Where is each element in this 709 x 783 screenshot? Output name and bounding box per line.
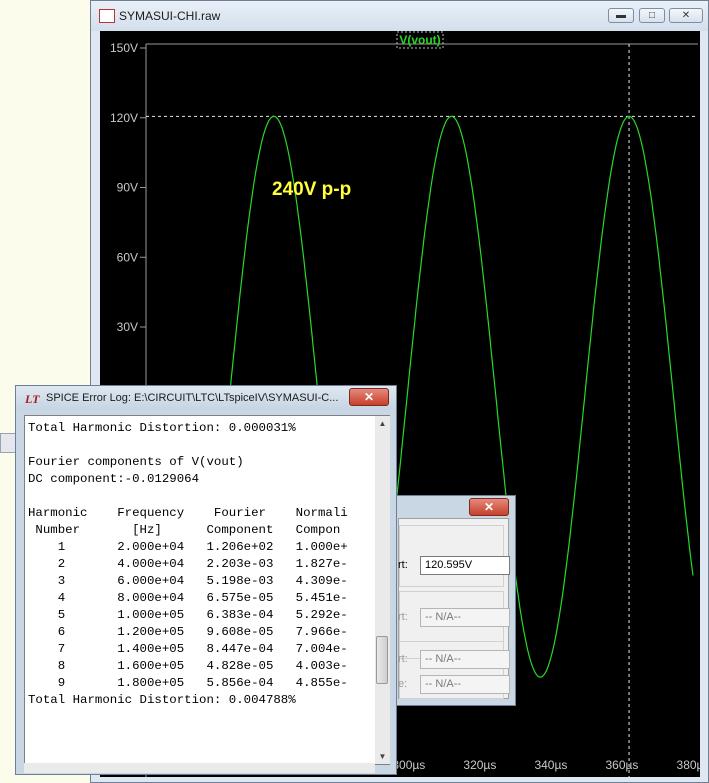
error-log-line: 4 8.000e+04 6.575e-05 5.451e- bbox=[57, 591, 348, 605]
error-log-line: 6 1.200e+05 9.608e-05 7.966e- bbox=[57, 625, 348, 639]
error-log-line: Total Harmonic Distortion: 0.000031% bbox=[28, 421, 296, 435]
y-tick-label: 90V bbox=[117, 181, 138, 195]
y-tick-label: 60V bbox=[117, 250, 138, 264]
diff-group: rt: -- N/A-- e: -- N/A-- bbox=[398, 641, 510, 699]
error-log-line: 5 1.000e+05 6.383e-04 5.292e- bbox=[57, 608, 348, 622]
minimize-button[interactable]: ▬ bbox=[608, 8, 634, 23]
scroll-down-arrow-icon[interactable]: ▼ bbox=[375, 749, 390, 764]
y-tick-label: 30V bbox=[117, 320, 138, 334]
y-tick-label: 150V bbox=[110, 41, 138, 55]
x-tick-label: 340µs bbox=[534, 758, 567, 772]
cursor2-value-field[interactable]: -- N/A-- bbox=[420, 608, 510, 627]
spice-error-log-window: LT SPICE Error Log: E:\CIRCUIT\LTC\LTspi… bbox=[15, 385, 397, 775]
error-log-line: 8 1.600e+05 4.828e-05 4.003e- bbox=[57, 659, 348, 673]
diff-label: rt: bbox=[398, 653, 408, 665]
cursor2-label: rt: bbox=[398, 611, 408, 623]
cursor-dialog-close-button[interactable]: ✕ bbox=[469, 498, 509, 516]
error-log-line: 3 6.000e+04 5.198e-03 4.309e- bbox=[57, 574, 348, 588]
error-log-title: SPICE Error Log: E:\CIRCUIT\LTC\LTspiceI… bbox=[46, 392, 339, 404]
error-log-titlebar[interactable]: LT SPICE Error Log: E:\CIRCUIT\LTC\LTspi… bbox=[16, 386, 396, 410]
error-log-line: 9 1.800e+05 5.856e-04 4.855e- bbox=[57, 676, 348, 690]
cursor1-value-field[interactable]: 120.595V bbox=[420, 556, 510, 575]
cursor1-label: rt: bbox=[398, 559, 408, 571]
error-log-line: 1 2.000e+04 1.206e+02 1.000e+ bbox=[57, 540, 348, 554]
error-log-line: Number [Hz] Component Compon bbox=[35, 523, 341, 537]
cursor1-group: rt: 120.595V bbox=[398, 525, 510, 587]
error-log-line: 7 1.400e+05 8.447e-04 7.004e- bbox=[57, 642, 348, 656]
x-tick-label: 300µs bbox=[392, 758, 425, 772]
x-tick-label: 360µs bbox=[605, 758, 638, 772]
waveform-titlebar[interactable]: SYMASUI-CHI.raw ▬ □ ✕ bbox=[91, 1, 708, 31]
waveform-app-icon bbox=[99, 9, 115, 23]
scrollbar-thumb[interactable] bbox=[376, 636, 388, 684]
scroll-up-arrow-icon[interactable]: ▲ bbox=[375, 416, 390, 431]
waveform-window-title: SYMASUI-CHI.raw bbox=[119, 9, 221, 23]
error-log-line: Harmonic Frequency Fourier Normali bbox=[28, 506, 348, 520]
close-button[interactable]: ✕ bbox=[669, 8, 703, 23]
diff-value-field[interactable]: -- N/A-- bbox=[420, 650, 510, 669]
cursor-dialog-body: rt: 120.595V rt: -- N/A-- rt: -- N/A-- e… bbox=[398, 518, 510, 699]
cursor-dialog: ✕ rt: 120.595V rt: -- N/A-- rt: -- N/A--… bbox=[391, 495, 516, 706]
maximize-button[interactable]: □ bbox=[639, 8, 665, 23]
background-window-fragment bbox=[0, 433, 16, 453]
x-tick-label: 320µs bbox=[463, 758, 496, 772]
peak-to-peak-annotation: 240V p-p bbox=[272, 179, 352, 200]
x-tick-label: 380µs bbox=[677, 758, 700, 772]
error-log-line: 2 4.000e+04 2.203e-03 1.827e- bbox=[57, 557, 348, 571]
error-log-text-area[interactable]: Total Harmonic Distortion: 0.000031% Fou… bbox=[24, 415, 376, 765]
error-log-text: Total Harmonic Distortion: 0.000031% Fou… bbox=[25, 416, 375, 709]
error-log-line: Fourier components of V(vout) bbox=[28, 455, 244, 469]
trace-legend-label: V(vout) bbox=[399, 33, 440, 47]
ltspice-icon: LT bbox=[25, 392, 40, 406]
slope-value-field[interactable]: -- N/A-- bbox=[420, 675, 510, 694]
error-log-horizontal-scrollbar[interactable] bbox=[24, 763, 375, 773]
error-log-close-button[interactable]: ✕ bbox=[349, 388, 389, 406]
error-log-line: Total Harmonic Distortion: 0.004788% bbox=[28, 693, 296, 707]
y-tick-label: 120V bbox=[110, 111, 138, 125]
slope-label: e: bbox=[398, 678, 408, 690]
error-log-vertical-scrollbar[interactable]: ▲ ▼ bbox=[375, 415, 390, 765]
error-log-line: DC component:-0.0129064 bbox=[28, 472, 200, 486]
